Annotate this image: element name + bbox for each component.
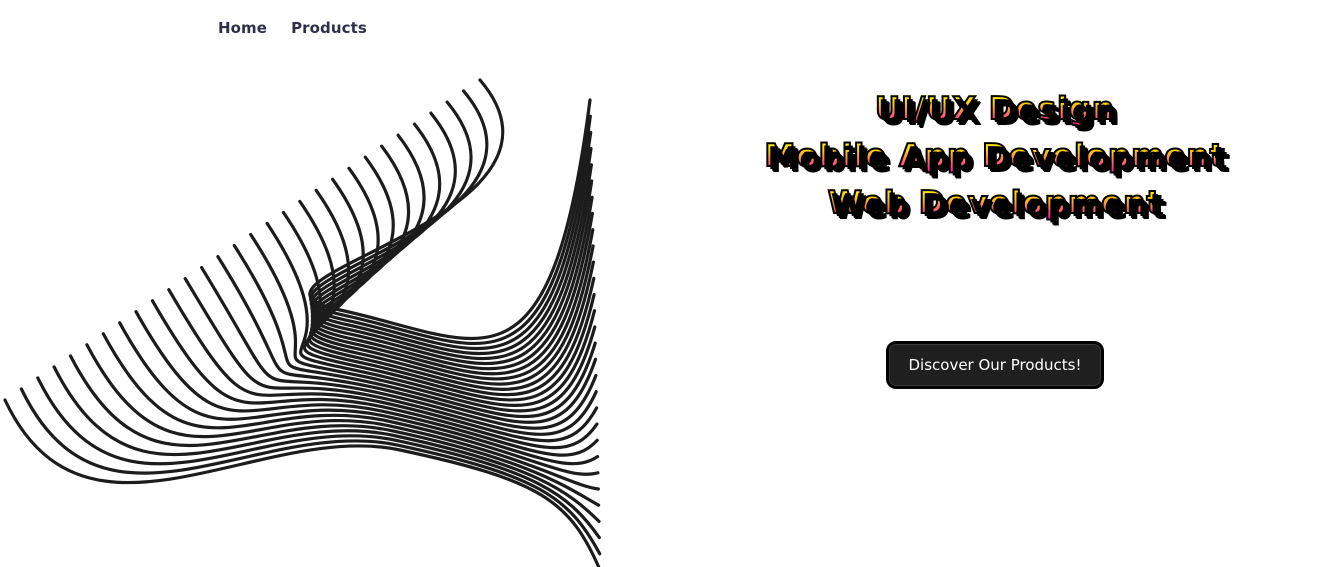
service-uiux: UI/UX Design — [700, 86, 1290, 133]
wave-line — [309, 89, 592, 346]
wave-line-art — [3, 78, 602, 567]
discover-products-button[interactable]: Discover Our Products! — [886, 341, 1104, 389]
wave-lines — [3, 78, 602, 567]
service-mobile-app: Mobile App Development — [700, 133, 1290, 180]
top-nav: Home Products — [218, 19, 367, 37]
service-web: Web Development — [700, 180, 1290, 227]
wave-line — [36, 376, 601, 540]
landing-page: Home Products UI/UX Design Mobile App De… — [0, 0, 1334, 567]
services-headline: UI/UX Design Mobile App Development Web … — [700, 86, 1290, 227]
nav-home-link[interactable]: Home — [218, 19, 267, 37]
nav-products-link[interactable]: Products — [291, 19, 367, 37]
